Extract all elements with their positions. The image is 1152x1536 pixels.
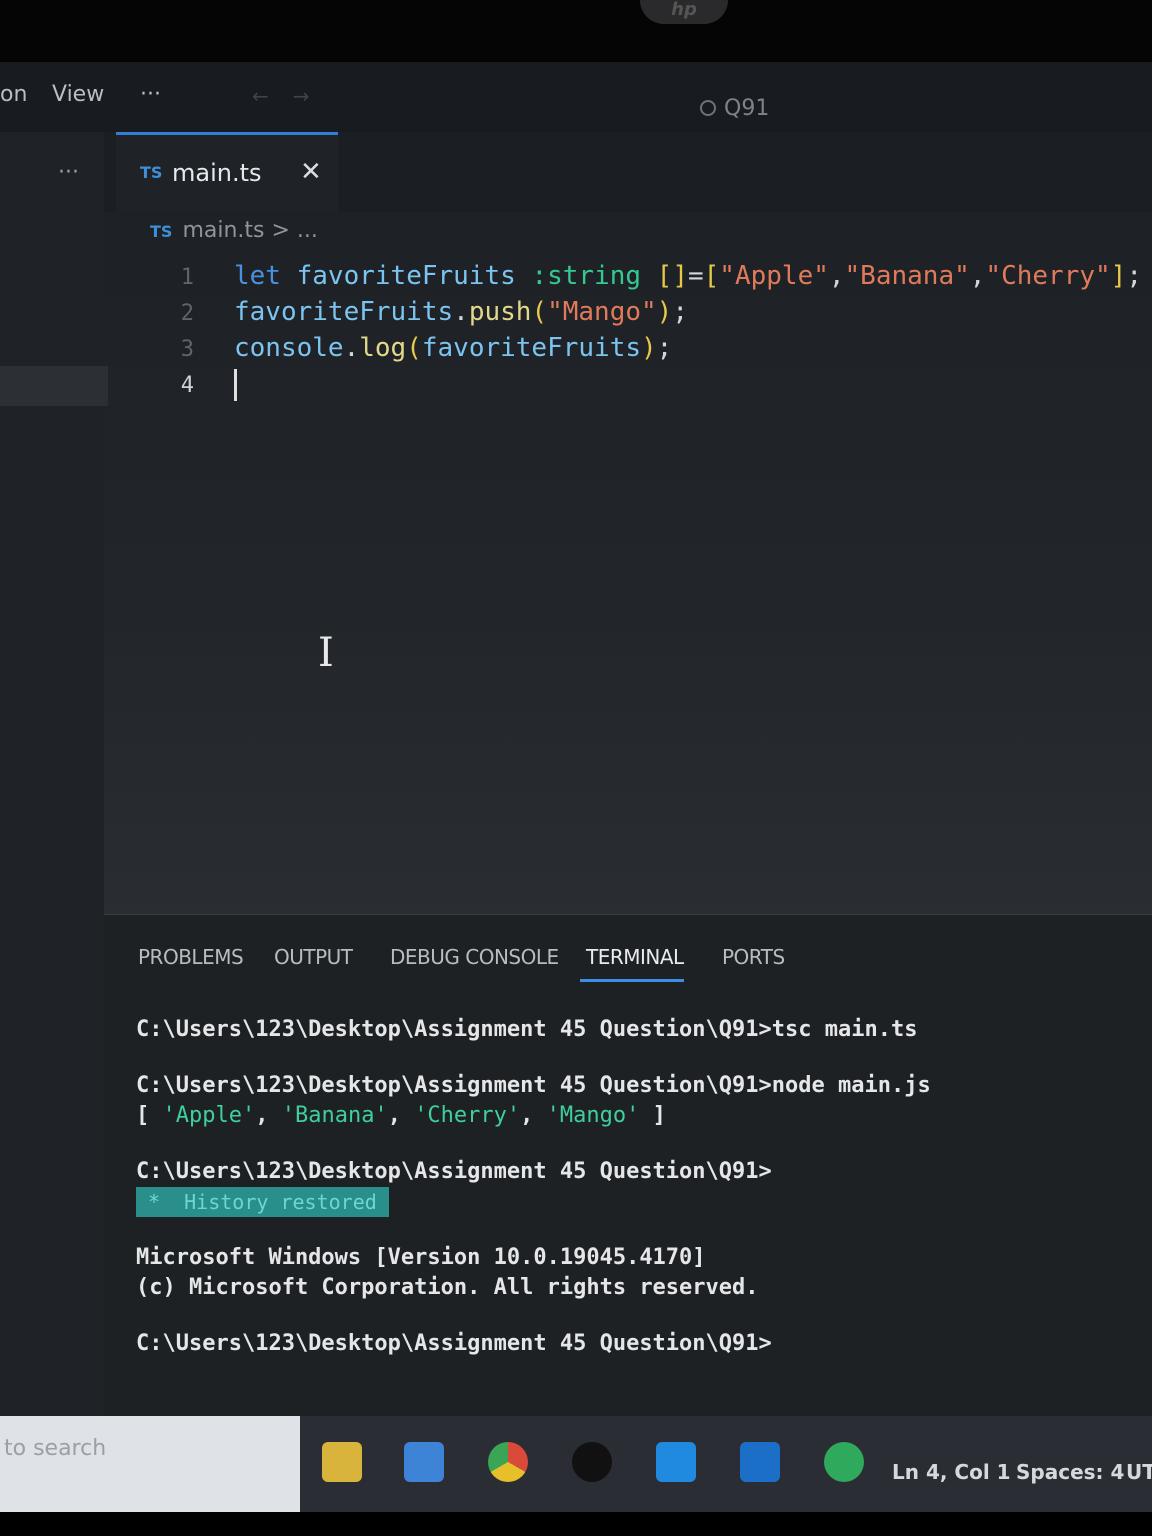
back-arrow-icon[interactable]: ← <box>252 84 293 108</box>
monitor-bezel-top: hp <box>0 0 1152 62</box>
status-indentation[interactable]: Spaces: 4 <box>1016 1460 1124 1484</box>
code-token: favoriteFruits <box>296 261 532 291</box>
code-token: ( <box>531 297 548 327</box>
line-number: 4 <box>180 373 194 398</box>
monitor-bezel-bottom <box>0 1512 1152 1536</box>
tab-terminal[interactable]: TERMINAL <box>586 945 684 969</box>
code-token: ] <box>1110 261 1127 291</box>
breadcrumb-path: main.ts > ... <box>182 218 318 243</box>
code-token: . <box>453 297 469 327</box>
sidebar-selected-item[interactable] <box>0 366 108 406</box>
code-line[interactable]: 2 favoriteFruits.push("Mango"); <box>160 294 1142 330</box>
status-cursor-position[interactable]: Ln 4, Col 1 <box>892 1460 1011 1484</box>
file-explorer-icon[interactable] <box>322 1442 362 1482</box>
code-token: favoriteFruits <box>421 333 642 363</box>
close-icon[interactable]: ✕ <box>300 157 322 187</box>
code-token: . <box>343 333 360 363</box>
terminal-line: Microsoft Windows [Version 10.0.19045.41… <box>136 1245 706 1270</box>
typescript-icon: TS <box>150 222 173 241</box>
code-token: ; <box>656 333 673 363</box>
code-token: ; <box>672 297 688 327</box>
tab-output[interactable]: OUTPUT <box>274 945 353 969</box>
typescript-icon: TS <box>140 163 163 182</box>
code-token: ; <box>1126 261 1142 291</box>
code-token: = <box>687 261 704 291</box>
tab-debug-console[interactable]: DEBUG CONSOLE <box>390 945 559 969</box>
code-editor[interactable]: 1 let favoriteFruits :string []=["Apple",… <box>160 258 1142 402</box>
code-token: :string <box>531 261 657 291</box>
text-caret <box>234 368 237 401</box>
history-restored-badge: * History restored <box>136 1187 389 1217</box>
forward-arrow-icon[interactable]: → <box>293 84 334 108</box>
hp-logo: hp <box>640 0 728 24</box>
linkedin-icon[interactable] <box>740 1442 780 1482</box>
code-line[interactable]: 1 let favoriteFruits :string []=["Apple",… <box>160 258 1142 294</box>
code-line[interactable]: 3 console.log(favoriteFruits); <box>160 330 1142 366</box>
code-token: log <box>359 333 407 363</box>
active-tab-indicator <box>580 979 684 982</box>
terminal-line: C:\Users\123\Desktop\Assignment 45 Quest… <box>136 1159 772 1184</box>
terminal-output: [ 'Apple', 'Banana', 'Cherry', 'Mango' ] <box>136 1103 666 1128</box>
status-encoding[interactable]: UT <box>1126 1460 1152 1484</box>
tab-ports[interactable]: PORTS <box>722 945 785 969</box>
breadcrumb[interactable]: TS main.ts > ... <box>150 218 318 243</box>
store-icon[interactable] <box>404 1442 444 1482</box>
tab-problems[interactable]: PROBLEMS <box>138 945 244 969</box>
terminal-line: (c) Microsoft Corporation. All rights re… <box>136 1275 759 1300</box>
bottom-panel: PROBLEMS OUTPUT DEBUG CONSOLE TERMINAL P… <box>104 914 1152 1416</box>
code-token: "Cherry" <box>985 261 1111 291</box>
vscode-icon[interactable] <box>656 1442 696 1482</box>
terminal-line: C:\Users\123\Desktop\Assignment 45 Quest… <box>136 1017 918 1042</box>
command-center-search[interactable]: Q91 <box>700 96 769 121</box>
title-bar: on View ··· ←→ Q91 <box>0 62 1152 132</box>
taskbar-search[interactable]: to search <box>0 1416 300 1512</box>
code-token: [ <box>703 261 720 291</box>
code-token: favoriteFruits <box>234 297 454 327</box>
taskbar: to search Ln 4, Col 1 Spaces: 4 UT <box>0 1416 1152 1512</box>
code-token: ) <box>656 297 673 327</box>
code-token: push <box>468 297 532 327</box>
code-token: [] <box>656 261 688 291</box>
code-token: ( <box>406 333 422 363</box>
menu-item-selection[interactable]: on <box>0 82 27 107</box>
menu-more-button[interactable]: ··· <box>140 82 161 107</box>
text-cursor-icon: I <box>318 630 334 676</box>
sidebar-more-button[interactable]: ··· <box>58 160 79 185</box>
nav-arrows: ←→ <box>252 84 334 108</box>
line-number: 3 <box>180 337 194 362</box>
tab-main-ts[interactable]: TS main.ts ✕ <box>116 132 338 212</box>
whatsapp-icon[interactable] <box>824 1442 864 1482</box>
menu-item-view[interactable]: View <box>52 82 104 107</box>
taskbar-search-placeholder: to search <box>4 1436 107 1461</box>
line-number: 2 <box>180 301 194 326</box>
code-line[interactable]: 4 <box>160 366 1142 402</box>
line-number: 1 <box>180 265 194 290</box>
code-token: "Mango" <box>547 297 657 327</box>
tiktok-icon[interactable] <box>572 1442 612 1482</box>
code-token: let <box>234 261 297 291</box>
search-icon <box>700 100 716 116</box>
tab-label: main.ts <box>172 159 262 187</box>
tab-strip: TS main.ts ✕ <box>104 132 1152 212</box>
screen: on View ··· ←→ Q91 ··· TS main.ts ✕ TS ma… <box>0 62 1152 1416</box>
terminal[interactable]: C:\Users\123\Desktop\Assignment 45 Quest… <box>136 1015 931 1359</box>
chrome-icon[interactable] <box>488 1442 528 1482</box>
terminal-line: C:\Users\123\Desktop\Assignment 45 Quest… <box>136 1073 931 1098</box>
search-text: Q91 <box>724 96 770 121</box>
code-token: ) <box>641 333 657 363</box>
code-token: , <box>969 261 986 291</box>
code-token: "Apple" <box>719 261 829 291</box>
code-token: console <box>234 333 344 363</box>
code-token: "Banana" <box>844 261 970 291</box>
terminal-prompt: C:\Users\123\Desktop\Assignment 45 Quest… <box>136 1331 772 1356</box>
sidebar: ··· <box>0 132 108 1416</box>
code-token: , <box>828 261 845 291</box>
